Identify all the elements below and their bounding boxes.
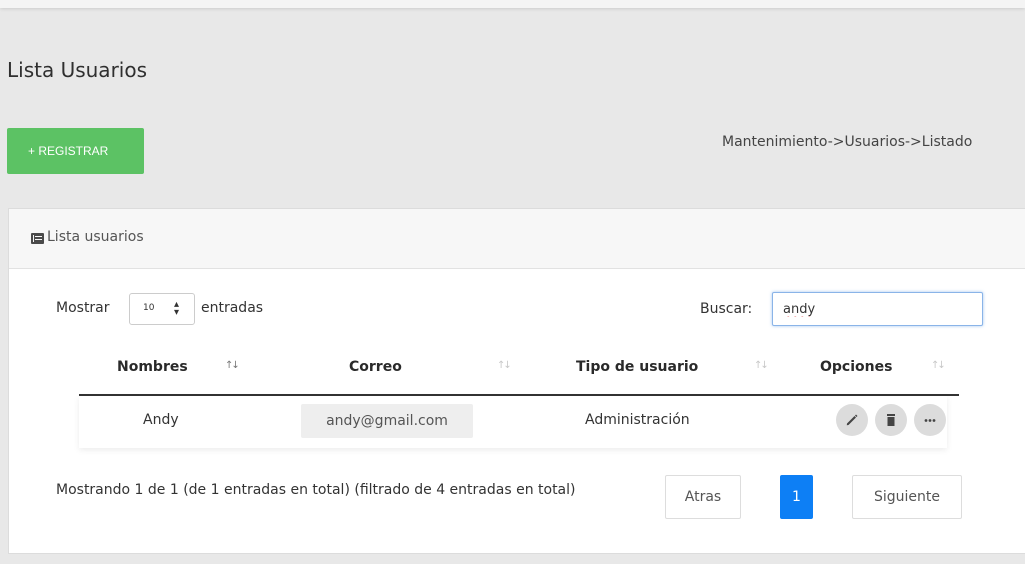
sort-icon[interactable]: ↑↓	[225, 360, 240, 371]
entries-label: entradas	[201, 300, 264, 316]
prev-page-button[interactable]: Atras	[665, 475, 741, 519]
page-length-select[interactable]: 10 ▴ ▾	[129, 293, 195, 325]
page-length-value: 10	[143, 303, 155, 313]
delete-button[interactable]	[875, 404, 907, 436]
card-header: Lista usuarios	[9, 209, 1025, 269]
next-page-button[interactable]: Siguiente	[852, 475, 962, 519]
more-icon	[924, 419, 936, 422]
table-info: Mostrando 1 de 1 (de 1 entradas en total…	[56, 482, 576, 498]
more-options-button[interactable]	[914, 404, 946, 436]
sort-icon[interactable]: ↑↓	[754, 360, 769, 371]
select-arrows-icon: ▴ ▾	[174, 299, 180, 318]
users-card: Lista usuarios Mostrar 10 ▴ ▾ entradas Bu…	[8, 208, 1025, 554]
column-header-correo[interactable]: Correo	[349, 359, 402, 375]
delete-icon	[887, 414, 895, 426]
column-header-opciones[interactable]: Opciones	[820, 359, 892, 375]
cell-tipo: Administración	[585, 412, 690, 428]
search-label: Buscar:	[700, 301, 753, 317]
top-navbar	[0, 0, 1025, 8]
column-header-nombres[interactable]: Nombres	[117, 359, 188, 375]
breadcrumb: Mantenimiento->Usuarios->Listado	[722, 134, 973, 150]
edit-button[interactable]	[836, 404, 868, 436]
list-icon	[31, 233, 44, 244]
card-title: Lista usuarios	[47, 229, 144, 245]
search-input[interactable]	[772, 292, 983, 326]
page-1-button[interactable]: 1	[780, 475, 813, 519]
column-header-tipo[interactable]: Tipo de usuario	[576, 359, 698, 375]
cell-nombre: Andy	[143, 412, 179, 428]
show-entries-label: Mostrar	[56, 300, 110, 316]
sort-icon[interactable]: ↑↓	[497, 360, 512, 371]
table-row	[79, 396, 947, 448]
edit-icon	[846, 414, 858, 426]
page-title: Lista Usuarios	[7, 58, 147, 82]
sort-icon[interactable]: ↑↓	[931, 360, 946, 371]
cell-correo: andy@gmail.com	[301, 404, 473, 438]
register-button[interactable]: + REGISTRAR	[7, 128, 144, 174]
